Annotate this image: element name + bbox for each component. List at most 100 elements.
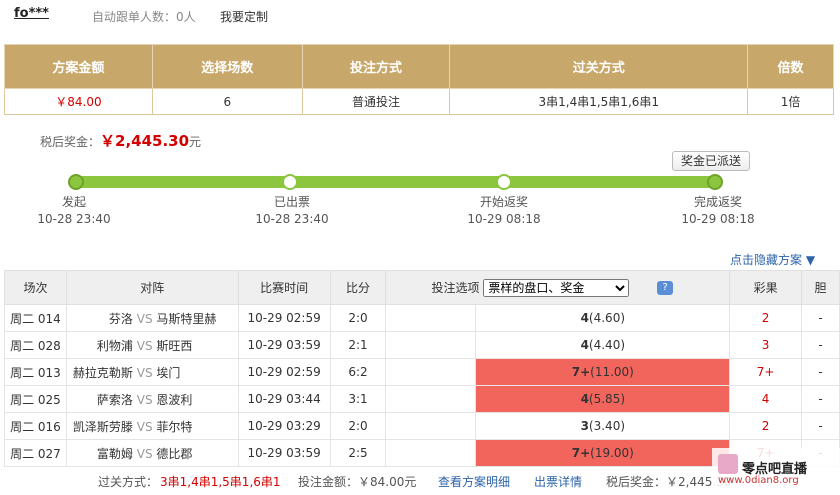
match-teams: 富勒姆 VS 德比郡 xyxy=(65,439,239,467)
match-score: 2:0 xyxy=(329,304,387,332)
plan-amount: ￥84.00 xyxy=(4,88,153,115)
match-score: 2:5 xyxy=(329,439,387,467)
ticket-view-select[interactable]: 票样的盘口、奖金 xyxy=(483,278,630,297)
bet-option-value: 4(5.85) xyxy=(476,386,730,412)
progress-stage-start: 发起 10-28 23:40 xyxy=(14,194,134,228)
col-bet-option: 投注选项 票样的盘口、奖金 ? xyxy=(385,270,731,305)
bet-odds: (11.00) xyxy=(590,365,634,379)
bet-odds: (4.60) xyxy=(588,311,626,325)
match-score: 2:0 xyxy=(329,412,387,440)
progress-node-start xyxy=(68,174,84,190)
vs-label: VS xyxy=(136,446,153,461)
bet-option-cell: 3(3.40) xyxy=(385,412,731,440)
footer-pass-label: 过关方式： xyxy=(98,475,159,489)
table-row: 周二 013 赫拉克勒斯 VS 埃门 10-29 02:59 6:2 7+(11.00)… xyxy=(4,358,840,386)
bet-option-cell: 7+(11.00) xyxy=(385,358,731,386)
top-bar: fo*** 自动跟单人数：0人 我要定制 xyxy=(0,0,840,34)
user-name-link[interactable]: fo*** xyxy=(14,6,49,21)
stage-name: 发起 xyxy=(61,195,86,209)
lottery-result: 3 xyxy=(729,331,803,359)
hide-plan-link[interactable]: 点击隐藏方案 ▼ xyxy=(730,251,815,268)
match-score: 3:1 xyxy=(329,385,387,413)
match-no: 周二 028 xyxy=(4,331,67,359)
match-score: 2:1 xyxy=(329,331,387,359)
match-no: 周二 013 xyxy=(4,358,67,386)
away-team: 恩波利 xyxy=(156,392,193,407)
bet-odds: (4.40) xyxy=(588,338,626,352)
col-lottery: 彩果 xyxy=(729,270,803,305)
col-match: 对阵 xyxy=(65,270,239,305)
match-time: 10-29 02:59 xyxy=(237,304,331,332)
match-teams: 利物浦 VS 斯旺西 xyxy=(65,331,239,359)
bet-option-cell: 4(5.85) xyxy=(385,385,731,413)
col-score: 比分 xyxy=(329,270,387,305)
prize-sent-button[interactable]: 奖金已派送 xyxy=(672,151,750,171)
stage-name: 已出票 xyxy=(273,195,310,209)
col-match-no: 场次 xyxy=(4,270,67,305)
vs-label: VS xyxy=(136,365,153,380)
lottery-result: 2 xyxy=(729,412,803,440)
col-time: 比赛时间 xyxy=(237,270,331,305)
stage-time: 10-29 08:18 xyxy=(681,212,755,226)
match-teams: 芬洛 VS 马斯特里赫 xyxy=(65,304,239,332)
match-teams: 萨索洛 VS 恩波利 xyxy=(65,385,239,413)
bet-option-value: 7+(19.00) xyxy=(476,440,730,466)
ticket-detail-link[interactable]: 出票详情 xyxy=(534,470,582,495)
lottery-result: 4 xyxy=(729,385,803,413)
plan-header-amount: 方案金额 xyxy=(4,44,153,89)
banker-flag: - xyxy=(801,385,840,413)
custom-plan-link[interactable]: 我要定制 xyxy=(220,8,268,25)
help-icon[interactable]: ? xyxy=(657,281,674,295)
progress-node-payout-done xyxy=(707,174,723,190)
vs-label: VS xyxy=(136,392,153,407)
watermark-url: www.0dian8.org xyxy=(718,475,799,486)
bet-pick: 7+ xyxy=(571,365,591,379)
away-team: 埃门 xyxy=(156,365,181,380)
view-plan-detail-link[interactable]: 查看方案明细 xyxy=(438,470,510,495)
table-row: 周二 016 凯泽斯劳滕 VS 菲尔特 10-29 03:29 2:0 3(3.40) 2… xyxy=(4,412,840,440)
bet-pick: 3 xyxy=(580,419,589,433)
bet-option-cell: 7+(19.00) xyxy=(385,439,731,467)
plan-summary-table: 方案金额 选择场数 投注方式 过关方式 倍数 ￥84.00 6 普通投注 3串1… xyxy=(4,44,834,115)
plan-header-bet-type: 投注方式 xyxy=(301,44,451,89)
col-banker: 胆 xyxy=(801,270,840,305)
stage-name: 完成返奖 xyxy=(693,195,742,209)
auto-follow-count: 自动跟单人数：0人 xyxy=(92,10,196,24)
stage-time: 10-28 23:40 xyxy=(255,212,329,226)
home-team: 利物浦 xyxy=(96,338,133,353)
banker-flag: - xyxy=(801,331,840,359)
table-row: 周二 025 萨索洛 VS 恩波利 10-29 03:44 3:1 4(5.85) 4- xyxy=(4,385,840,413)
bet-pick: 4 xyxy=(580,311,589,325)
watermark-logo-icon xyxy=(718,454,738,474)
match-time: 10-29 03:29 xyxy=(237,412,331,440)
match-teams: 凯泽斯劳滕 VS 菲尔特 xyxy=(65,412,239,440)
match-time: 10-29 03:44 xyxy=(237,385,331,413)
tax-amount: ￥2,445.30 xyxy=(100,132,190,150)
banker-flag: - xyxy=(801,412,840,440)
progress-stage-payout-start: 开始返奖 10-29 08:18 xyxy=(444,194,564,228)
away-team: 斯旺西 xyxy=(156,338,193,353)
plan-bet-type: 普通投注 xyxy=(301,88,451,115)
bet-option-value: 3(3.40) xyxy=(476,413,729,439)
bet-odds: (19.00) xyxy=(590,446,634,460)
progress-stage-ticketed: 已出票 10-28 23:40 xyxy=(232,194,352,228)
bet-option-cell: 4(4.40) xyxy=(385,331,731,359)
table-row: 周二 014 芬洛 VS 马斯特里赫 10-29 02:59 2:0 4(4.60) 2- xyxy=(4,304,840,332)
bet-odds: (5.85) xyxy=(588,392,626,406)
match-time: 10-29 02:59 xyxy=(237,358,331,386)
watermark: 零点吧直播 www.0dian8.org xyxy=(712,448,840,495)
banker-flag: - xyxy=(801,358,840,386)
match-no: 周二 027 xyxy=(4,439,67,467)
bet-pick: 4 xyxy=(580,392,589,406)
bet-option-value: 4(4.40) xyxy=(476,332,729,358)
lottery-result: 7+ xyxy=(729,358,803,386)
vs-label: VS xyxy=(136,311,153,326)
match-table: 场次 对阵 比赛时间 比分 投注选项 票样的盘口、奖金 ? 彩果 胆 周二 01… xyxy=(4,270,840,467)
banker-flag: - xyxy=(801,304,840,332)
bet-option-value: 4(4.60) xyxy=(476,305,729,331)
match-no: 周二 016 xyxy=(4,412,67,440)
table-row: 周二 028 利物浦 VS 斯旺西 10-29 03:59 2:1 4(4.40) 3- xyxy=(4,331,840,359)
footer-pass-value: 3串1,4串1,5串1,6串1 xyxy=(160,475,281,489)
match-no: 周二 014 xyxy=(4,304,67,332)
away-team: 马斯特里赫 xyxy=(156,311,217,326)
